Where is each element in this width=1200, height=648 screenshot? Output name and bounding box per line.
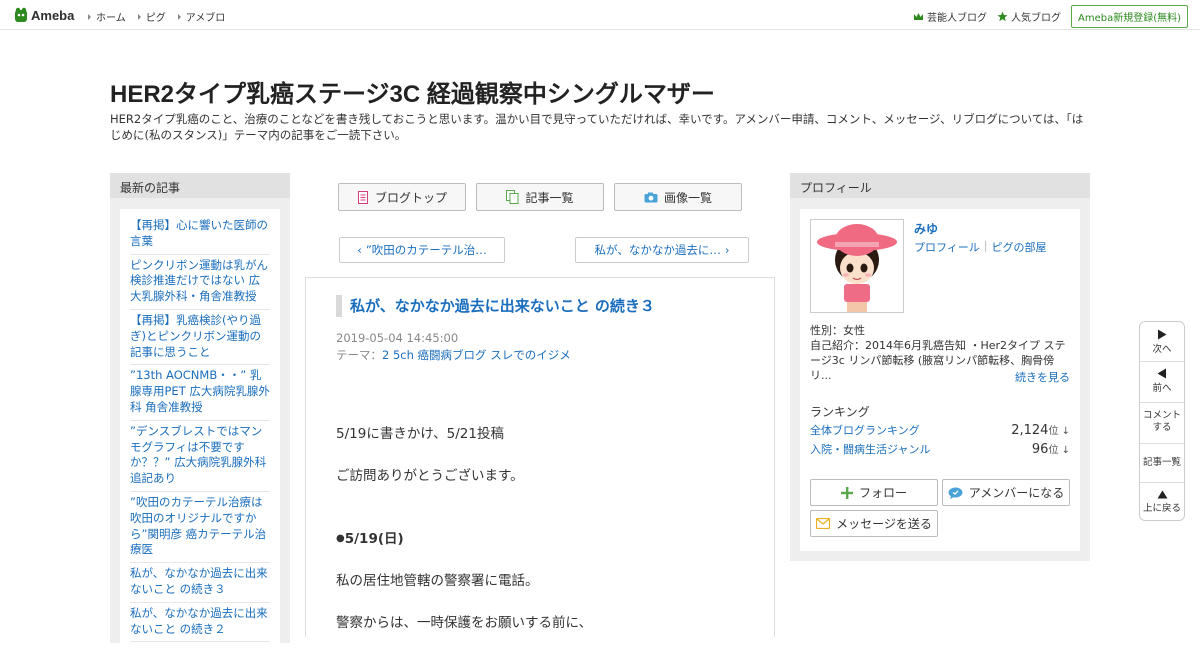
divider <box>1140 402 1184 403</box>
top-right-links: 芸能人ブログ 人気ブログ Ameba新規登録(無料) <box>913 5 1188 28</box>
next-article-button[interactable]: 私が、なかなか過去に… › <box>575 237 749 263</box>
prev-article-button[interactable]: ‹ ”吹田のカテーテル治… <box>339 237 505 263</box>
triangle-right-icon <box>1158 329 1167 340</box>
blog-description: HER2タイプ乳癌のこと、治療のことなどを書き残しておこうと思います。温かい目で… <box>110 112 1084 142</box>
popular-blog-link[interactable]: 人気ブログ <box>997 9 1061 24</box>
divider <box>1140 482 1184 483</box>
tab-blog-top[interactable]: ブログトップ <box>338 183 466 211</box>
list-item[interactable]: ”デンスブレストではマンモグラフィは不要ですか？？” 広大病院乳腺外科追記あり <box>130 421 270 492</box>
nav-ameblo[interactable]: アメブロ <box>177 9 225 24</box>
triangle-left-icon <box>1157 368 1166 379</box>
profile-box: みゆ プロフィール | ピグの部屋 性別：女性 自己紹介：2014年6月乳癌告知… <box>800 209 1080 551</box>
list-item[interactable]: ”13th AOCNMB・・” 乳腺専用PET 広大病院乳腺外科 角舎准教授 <box>130 365 270 421</box>
article-date: 2019-05-04 14:45:00 <box>336 331 459 345</box>
article-title[interactable]: 私が、なかなか過去に出来ないこと の続き３ <box>336 295 756 317</box>
chevron-left-icon: ‹ <box>357 243 362 257</box>
float-article-list-button[interactable]: 記事一覧 <box>1140 457 1184 469</box>
ranking-label-link[interactable]: 全体ブログランキング <box>810 422 920 438</box>
divider <box>1140 443 1184 444</box>
bullet-icon: ● <box>336 533 345 544</box>
nav-pigg[interactable]: ピグ <box>137 9 166 24</box>
article-theme: テーマ：2 5ch 癌闘病ブログ スレでのイジメ <box>336 348 571 362</box>
list-item[interactable]: 私が、なかなか過去に出来ないこと の続き２ <box>130 603 270 643</box>
ranking-heading: ランキング <box>810 405 870 419</box>
divider <box>1140 361 1184 362</box>
latest-articles-list: 【再掲】心に響いた医師の言葉 ピンクリボン運動は乳がん検診推進だけではない 広大… <box>120 209 280 648</box>
list-item[interactable]: 【再掲】心に響いた医師の言葉 <box>130 215 270 255</box>
article-subheading: ●5/19(日) <box>336 531 404 547</box>
list-item[interactable]: ”吹田のカテーテル治療は吹田のオリジナルですから”関明彦 癌カテーテル治療医 <box>130 492 270 564</box>
celebrity-blog-link[interactable]: 芸能人ブログ <box>913 9 987 24</box>
float-prev-button[interactable]: 前へ <box>1140 368 1184 395</box>
float-comment-button[interactable]: コメント する <box>1140 410 1184 434</box>
article-paragraph: 5/19に書きかけ、5/21投稿 <box>336 426 504 442</box>
avatar[interactable] <box>810 219 904 313</box>
ameba-logo-icon <box>15 7 27 22</box>
amember-button[interactable]: アメンバーになる <box>942 479 1070 506</box>
logo-text: Ameba <box>31 7 75 23</box>
camera-icon <box>644 192 658 202</box>
pigg-room-link[interactable]: ピグの部屋 <box>992 239 1047 255</box>
copy-icon <box>506 190 519 204</box>
list-item[interactable]: ピンクリボン運動は乳がん検診推進だけではない 広大乳腺外科・角舎准教授 <box>130 255 270 310</box>
register-button[interactable]: Ameba新規登録(無料) <box>1070 5 1188 28</box>
caret-right-icon <box>177 13 181 20</box>
list-item[interactable]: 私が、なかなか過去に出来ないこと の続き３ <box>130 563 270 603</box>
chevron-right-icon: › <box>724 243 730 257</box>
envelope-icon <box>816 518 831 529</box>
float-top-button[interactable]: 上に戻る <box>1140 490 1184 515</box>
top-bar: Ameba ホーム ピグ アメブロ 芸能人ブログ 人気ブログ Ameba新規登録… <box>0 0 1200 30</box>
profile-heading: プロフィール <box>790 173 1090 198</box>
blog-title[interactable]: HER2タイプ乳癌ステージ3C 経過観察中シングルマザー <box>110 74 715 109</box>
ranking-value: 2,124位 ↓ <box>1011 423 1070 438</box>
floating-nav: 次へ 前へ コメント する 記事一覧 上に戻る <box>1139 321 1185 521</box>
profile-panel: プロフィール みゆ プロフィール | ピグの部屋 性別：女性 自己紹介：2014… <box>790 173 1090 561</box>
link-separator: | <box>983 239 988 252</box>
profile-gender: 性別：女性 <box>810 324 865 337</box>
latest-articles-panel: 最新の記事 【再掲】心に響いた医師の言葉 ピンクリボン運動は乳がん検診推進だけで… <box>110 173 290 648</box>
latest-articles-heading: 最新の記事 <box>110 173 290 198</box>
send-message-button[interactable]: メッセージを送る <box>810 510 938 537</box>
avatar-image <box>811 220 903 312</box>
triangle-up-icon <box>1157 490 1167 499</box>
ranking-row: 入院・闘病生活ジャンル 96位 ↓ <box>810 441 1070 457</box>
caret-right-icon <box>137 13 141 20</box>
crown-icon <box>913 12 923 20</box>
document-icon <box>357 190 368 204</box>
ameba-logo[interactable]: Ameba <box>14 7 74 23</box>
profile-name[interactable]: みゆ <box>914 220 938 237</box>
article-paragraph: 警察からは、一時保護をお願いする前に、 <box>336 615 593 631</box>
profile-links: プロフィール | ピグの部屋 <box>914 239 1047 255</box>
article-theme-link[interactable]: 2 5ch 癌闘病ブログ スレでのイジメ <box>382 348 571 362</box>
article-paragraph: ご訪問ありがとうございます。 <box>336 468 524 484</box>
top-nav: ホーム ピグ アメブロ <box>88 9 237 24</box>
profile-link[interactable]: プロフィール <box>914 239 980 255</box>
star-icon <box>997 11 1008 22</box>
article: 私が、なかなか過去に出来ないこと の続き３ 2019-05-04 14:45:0… <box>305 277 775 637</box>
chat-bubble-icon <box>948 487 963 499</box>
article-paragraph: 私の居住地管轄の警察署に電話。 <box>336 573 539 589</box>
plus-icon <box>840 486 853 499</box>
ranking-value: 96位 ↓ <box>1031 442 1070 457</box>
caret-right-icon <box>88 13 91 20</box>
read-more-link[interactable]: 続きを見る <box>1015 369 1070 385</box>
tab-image-list[interactable]: 画像一覧 <box>614 183 742 211</box>
nav-home[interactable]: ホーム <box>88 9 126 24</box>
tab-article-list[interactable]: 記事一覧 <box>476 183 604 211</box>
list-item[interactable]: 【再掲】乳癌検診(やり過ぎ)とピンクリボン運動の記事に思うこと <box>130 310 270 366</box>
float-next-button[interactable]: 次へ <box>1140 329 1184 356</box>
follow-button[interactable]: フォロー <box>810 479 938 506</box>
ranking-row: 全体ブログランキング 2,124位 ↓ <box>810 422 1070 438</box>
ranking-label-link[interactable]: 入院・闘病生活ジャンル <box>810 441 930 457</box>
